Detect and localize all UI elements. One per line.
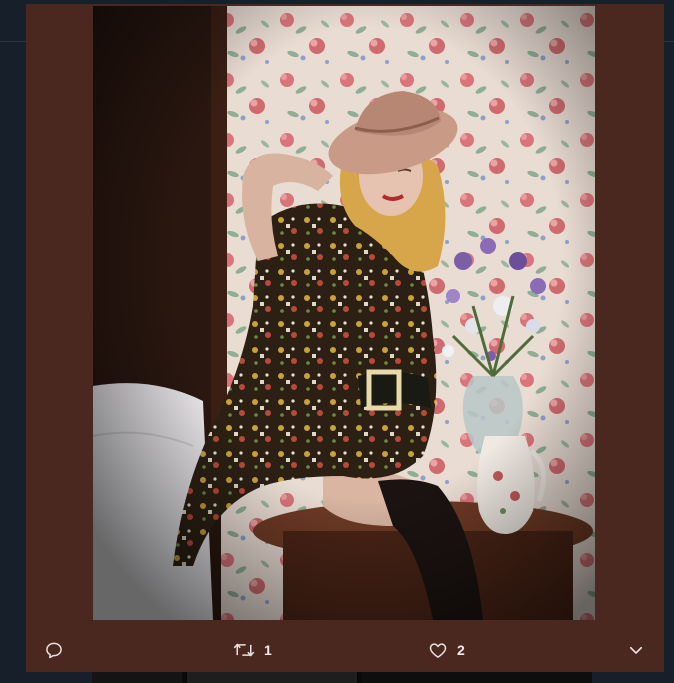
chevron-down-icon	[629, 646, 643, 654]
reply-icon	[46, 642, 62, 659]
retweet-button[interactable]: 1	[233, 632, 272, 668]
like-button[interactable]: 2	[428, 632, 465, 668]
more-options-button[interactable]	[627, 632, 645, 668]
media-modal: 1 2	[26, 4, 664, 672]
like-count: 2	[457, 642, 465, 658]
next-media-strip	[92, 672, 592, 683]
backdrop-divider	[664, 41, 674, 42]
retweet-count: 1	[264, 642, 272, 658]
reply-button[interactable]	[44, 632, 64, 668]
photo-image	[93, 6, 595, 620]
tweet-photo[interactable]	[93, 6, 595, 620]
heart-icon	[429, 643, 447, 658]
backdrop-divider	[0, 41, 26, 42]
retweet-icon	[233, 643, 255, 657]
tweet-action-bar: 1 2	[26, 632, 664, 668]
